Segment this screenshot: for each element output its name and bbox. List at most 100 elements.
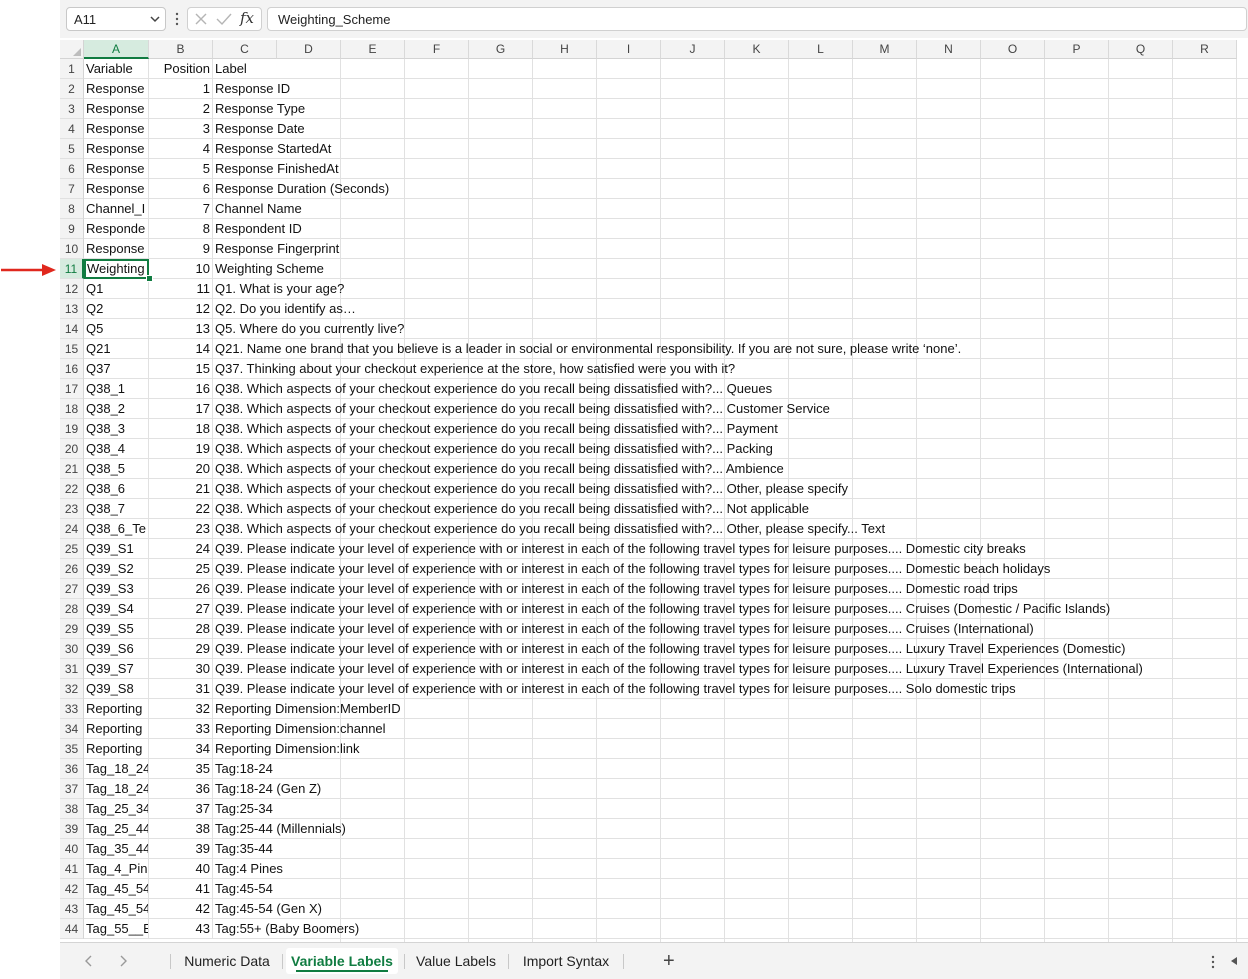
row-header[interactable]: 16 xyxy=(60,359,84,379)
cell-c[interactable]: Reporting Dimension:link xyxy=(213,739,1248,759)
row-header[interactable]: 41 xyxy=(60,859,84,879)
cell-b[interactable]: 13 xyxy=(149,319,213,339)
cell-a[interactable]: Q38_1 xyxy=(84,379,149,399)
cell-a[interactable]: Q39_S1 xyxy=(84,539,149,559)
cell-c[interactable]: Tag:25-44 (Millennials) xyxy=(213,819,1248,839)
cell-a[interactable]: Q1 xyxy=(84,279,149,299)
cell-a[interactable]: Q39_S8 xyxy=(84,679,149,699)
cell-a[interactable]: Tag_25_34 xyxy=(84,799,149,819)
cell-a[interactable]: Tag_55__E xyxy=(84,919,149,939)
row-header[interactable]: 43 xyxy=(60,899,84,919)
row-header[interactable]: 7 xyxy=(60,179,84,199)
row-header[interactable]: 8 xyxy=(60,199,84,219)
cell-c[interactable]: Tag:25-34 xyxy=(213,799,1248,819)
row-header[interactable]: 10 xyxy=(60,239,84,259)
cell-b[interactable]: 21 xyxy=(149,479,213,499)
cell-b[interactable]: 25 xyxy=(149,559,213,579)
cell-c[interactable]: Respondent ID xyxy=(213,219,1248,239)
cell-a[interactable]: Q37 xyxy=(84,359,149,379)
cell-a[interactable]: Q38_3 xyxy=(84,419,149,439)
column-header-j[interactable]: J xyxy=(661,40,725,59)
column-header-p[interactable]: P xyxy=(1045,40,1109,59)
cell-c[interactable]: Q38. Which aspects of your checkout expe… xyxy=(213,419,1248,439)
cell-a[interactable]: Q2 xyxy=(84,299,149,319)
more-options-icon[interactable] xyxy=(1210,954,1216,970)
cell-b[interactable]: 1 xyxy=(149,79,213,99)
insert-function-icon[interactable]: fx xyxy=(240,9,254,27)
row-header[interactable]: 23 xyxy=(60,499,84,519)
chevron-right-icon[interactable] xyxy=(116,954,130,968)
cell-a[interactable]: Q38_6 xyxy=(84,479,149,499)
cell-a[interactable]: Q38_5 xyxy=(84,459,149,479)
column-header-d[interactable]: D xyxy=(277,40,341,59)
cell-c[interactable]: Tag:18-24 xyxy=(213,759,1248,779)
cell-b[interactable]: 8 xyxy=(149,219,213,239)
cell-c[interactable]: Q39. Please indicate your level of exper… xyxy=(213,559,1248,579)
cell-c[interactable]: Q21. Name one brand that you believe is … xyxy=(213,339,1248,359)
cell-a[interactable]: Q38_7 xyxy=(84,499,149,519)
row-header[interactable]: 6 xyxy=(60,159,84,179)
cell-c[interactable]: Response StartedAt xyxy=(213,139,1248,159)
cell-a[interactable]: Q5 xyxy=(84,319,149,339)
column-header-f[interactable]: F xyxy=(405,40,469,59)
cell-c[interactable]: Q37. Thinking about your checkout experi… xyxy=(213,359,1248,379)
row-header[interactable]: 31 xyxy=(60,659,84,679)
row-header[interactable]: 18 xyxy=(60,399,84,419)
column-header-b[interactable]: B xyxy=(149,40,213,59)
column-header-e[interactable]: E xyxy=(341,40,405,59)
cell-b[interactable]: 12 xyxy=(149,299,213,319)
row-header[interactable]: 24 xyxy=(60,519,84,539)
cell-c[interactable]: Q38. Which aspects of your checkout expe… xyxy=(213,399,1248,419)
row-header[interactable]: 22 xyxy=(60,479,84,499)
cell-b[interactable]: 27 xyxy=(149,599,213,619)
cell-a[interactable]: Response xyxy=(84,239,149,259)
tab-value-labels[interactable]: Value Labels xyxy=(408,948,504,974)
row-header[interactable]: 25 xyxy=(60,539,84,559)
cell-b[interactable]: 40 xyxy=(149,859,213,879)
column-header-g[interactable]: G xyxy=(469,40,533,59)
cell-c[interactable]: Q38. Which aspects of your checkout expe… xyxy=(213,499,1248,519)
row-header[interactable]: 2 xyxy=(60,79,84,99)
row-header[interactable]: 26 xyxy=(60,559,84,579)
cell-a[interactable]: Q39_S4 xyxy=(84,599,149,619)
cell-a[interactable]: Tag_45_54 xyxy=(84,899,149,919)
column-header-q[interactable]: Q xyxy=(1109,40,1173,59)
formula-input[interactable]: Weighting_Scheme xyxy=(267,7,1247,31)
cell-b[interactable]: 29 xyxy=(149,639,213,659)
cell-c[interactable]: Q5. Where do you currently live? xyxy=(213,319,1248,339)
column-header-h[interactable]: H xyxy=(533,40,597,59)
cell-b[interactable]: 32 xyxy=(149,699,213,719)
cell-a[interactable]: Tag_4_Pin xyxy=(84,859,149,879)
cell-a[interactable]: Response xyxy=(84,139,149,159)
cell-c[interactable]: Channel Name xyxy=(213,199,1248,219)
cell-b[interactable]: 16 xyxy=(149,379,213,399)
cell-a[interactable]: Response xyxy=(84,119,149,139)
cell-c[interactable]: Q39. Please indicate your level of exper… xyxy=(213,659,1248,679)
column-header-n[interactable]: N xyxy=(917,40,981,59)
cell-b[interactable]: 30 xyxy=(149,659,213,679)
cell-b[interactable]: 26 xyxy=(149,579,213,599)
cell-a[interactable]: Reporting xyxy=(84,739,149,759)
row-header[interactable]: 11 xyxy=(60,259,84,279)
tab-variable-labels[interactable]: Variable Labels xyxy=(286,948,398,974)
cell-a[interactable]: Q39_S7 xyxy=(84,659,149,679)
row-header[interactable]: 17 xyxy=(60,379,84,399)
cell-b[interactable]: 3 xyxy=(149,119,213,139)
cell-a[interactable]: Q39_S5 xyxy=(84,619,149,639)
cell-c[interactable]: Response FinishedAt xyxy=(213,159,1248,179)
cell-c[interactable]: Response Type xyxy=(213,99,1248,119)
cell-a[interactable]: Tag_25_44 xyxy=(84,819,149,839)
cell-a[interactable]: Response xyxy=(84,159,149,179)
cell-c[interactable]: Tag:45-54 xyxy=(213,879,1248,899)
cell-b[interactable]: 18 xyxy=(149,419,213,439)
cell-b[interactable]: 22 xyxy=(149,499,213,519)
row-header[interactable]: 4 xyxy=(60,119,84,139)
cell-c[interactable]: Q39. Please indicate your level of exper… xyxy=(213,679,1248,699)
cell-b[interactable]: 15 xyxy=(149,359,213,379)
cell-c[interactable]: Q39. Please indicate your level of exper… xyxy=(213,639,1248,659)
row-header[interactable]: 19 xyxy=(60,419,84,439)
fill-handle[interactable] xyxy=(146,275,153,282)
cell-b[interactable]: 2 xyxy=(149,99,213,119)
cancel-icon[interactable] xyxy=(194,12,208,26)
cell-c[interactable]: Response Duration (Seconds) xyxy=(213,179,1248,199)
